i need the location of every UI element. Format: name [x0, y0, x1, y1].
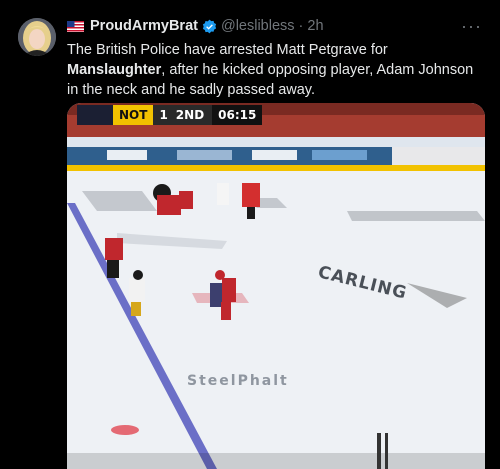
- tweet-card[interactable]: ProudArmyBrat @leslibless · 2h ··· The B…: [0, 0, 500, 469]
- separator-dot: ·: [298, 18, 304, 34]
- us-flag-icon: [67, 20, 84, 32]
- game-period: 2ND: [173, 105, 213, 125]
- team-abbrev: NOT: [113, 105, 154, 125]
- game-clock: 06:15: [212, 105, 263, 125]
- avatar[interactable]: [18, 18, 56, 56]
- avatar-image: [18, 18, 56, 56]
- timestamp[interactable]: 2h: [307, 18, 323, 34]
- scoreboard-overlay: NOT 1 2ND 06:15: [77, 105, 263, 125]
- tweet-text-part1: The British Police have arrested Matt Pe…: [67, 42, 388, 58]
- ice-logo-steelphalt: SteelPhalt: [187, 373, 289, 389]
- tweet-text: The British Police have arrested Matt Pe…: [67, 40, 487, 100]
- tweet-header: ProudArmyBrat @leslibless · 2h: [67, 18, 460, 34]
- team-score: 1: [153, 105, 174, 125]
- league-logo: [77, 105, 113, 125]
- user-handle[interactable]: @leslibless: [221, 18, 295, 34]
- hockey-video-frame: [67, 103, 485, 469]
- display-name[interactable]: ProudArmyBrat: [90, 18, 198, 34]
- video-player[interactable]: CARLING SteelPhalt NOT 1 2ND 06:15: [67, 103, 485, 469]
- verified-badge-icon: [202, 19, 217, 33]
- tweet-text-bold: Manslaughter: [67, 62, 162, 78]
- more-options-icon[interactable]: ···: [461, 16, 482, 37]
